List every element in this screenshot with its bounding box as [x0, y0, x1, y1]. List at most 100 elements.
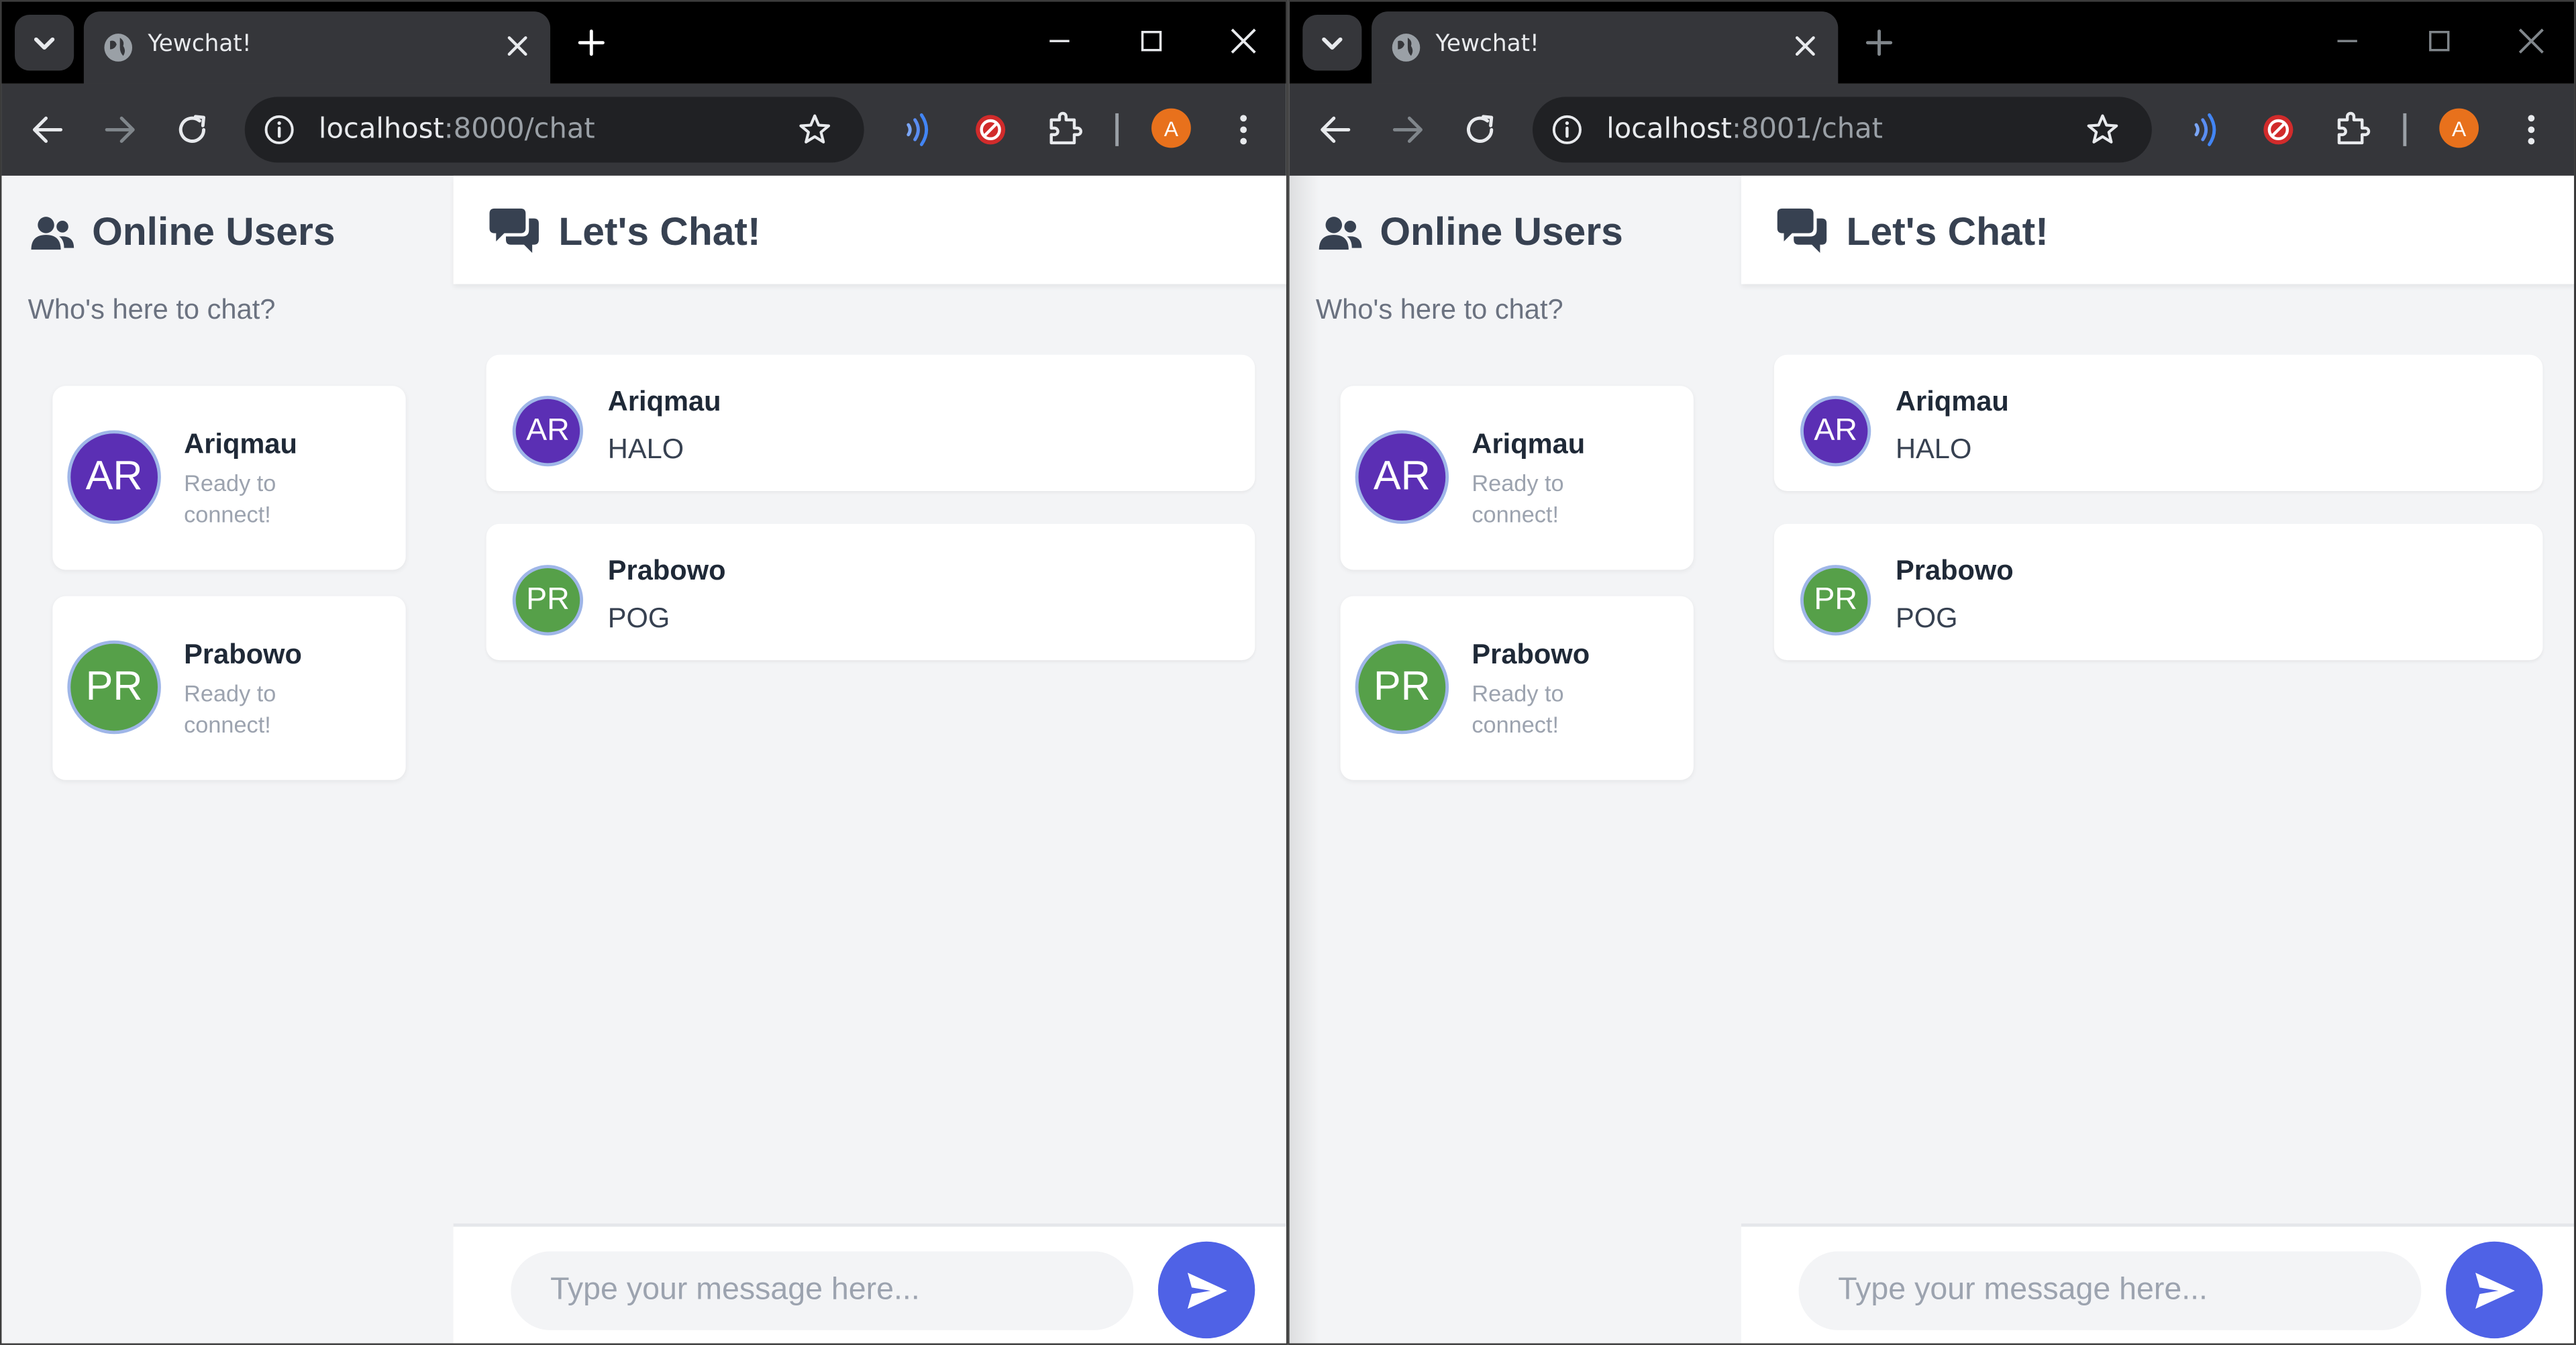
- user-name: Ariqmau: [184, 428, 298, 460]
- close-tab-icon[interactable]: [1792, 33, 1818, 59]
- record-extension-icon[interactable]: [2259, 109, 2298, 148]
- reload-icon[interactable]: [1460, 110, 1500, 150]
- user-status: Ready to connect!: [1472, 680, 1564, 738]
- send-icon: [2474, 1271, 2514, 1308]
- chat-header: Let's Chat!: [453, 175, 1286, 284]
- sidebar-title: Online Users: [92, 210, 336, 255]
- browser-toolbar: localhost:8001/chat A: [1289, 83, 2575, 176]
- users-icon: [31, 217, 74, 250]
- user-card[interactable]: AR Ariqmau Ready to connect!: [1340, 386, 1694, 570]
- new-tab-icon[interactable]: [1861, 25, 1898, 61]
- title-bar: Yewchat!: [1, 1, 1286, 84]
- user-name: Prabowo: [184, 639, 302, 670]
- cast-extension-icon[interactable]: [2185, 110, 2224, 150]
- avatar: PR: [1800, 565, 1871, 636]
- profile-avatar[interactable]: A: [2439, 108, 2479, 148]
- bookmark-star-icon[interactable]: [796, 111, 833, 148]
- chat-app: Online Users Who's here to chat? AR Ariq…: [1289, 175, 2575, 1344]
- message-composer: [1741, 1223, 2575, 1344]
- avatar: AR: [1800, 395, 1871, 467]
- maximize-icon[interactable]: [1132, 21, 1172, 61]
- online-users-sidebar: Online Users Who's here to chat? AR Ariq…: [1, 175, 454, 1344]
- avatar: AR: [512, 395, 584, 467]
- forward-arrow-icon[interactable]: [100, 110, 140, 150]
- url-host: localhost: [1606, 113, 1732, 146]
- site-info-icon[interactable]: [1549, 111, 1585, 148]
- user-status: Ready to connect!: [184, 680, 276, 738]
- minimize-icon[interactable]: [2328, 21, 2367, 61]
- record-extension-icon[interactable]: [971, 109, 1011, 148]
- online-users-sidebar: Online Users Who's here to chat? AR Ariq…: [1289, 175, 1741, 1344]
- reload-icon[interactable]: [172, 110, 212, 150]
- globe-icon: [104, 34, 133, 62]
- avatar: PR: [1355, 640, 1449, 735]
- user-card[interactable]: PR Prabowo Ready to connect!: [52, 596, 406, 780]
- avatar: AR: [67, 430, 161, 524]
- send-button[interactable]: [1157, 1241, 1255, 1339]
- close-window-icon[interactable]: [2512, 21, 2551, 61]
- kebab-menu-icon[interactable]: [1224, 110, 1264, 150]
- cast-extension-icon[interactable]: [897, 110, 937, 150]
- message-text: HALO: [607, 433, 684, 465]
- tab-title: Yewchat!: [1435, 31, 1539, 58]
- url-host: localhost: [318, 113, 444, 146]
- avatar: PR: [512, 565, 584, 636]
- chat-message: AR Ariqmau HALO: [1773, 354, 2543, 491]
- message-input[interactable]: [511, 1251, 1134, 1330]
- browser-tab[interactable]: Yewchat!: [83, 11, 551, 84]
- tab-search-button[interactable]: [15, 15, 74, 71]
- user-card[interactable]: PR Prabowo Ready to connect!: [1340, 596, 1694, 780]
- globe-icon: [1392, 34, 1421, 62]
- chat-panel: Let's Chat! AR Ariqmau HALO PR Prabowo P…: [453, 175, 1286, 1344]
- message-author: Ariqmau: [607, 386, 721, 417]
- url-text: localhost:8000/chat: [319, 113, 595, 146]
- users-icon: [1319, 217, 1362, 250]
- close-window-icon[interactable]: [1224, 21, 1264, 61]
- bookmark-star-icon[interactable]: [2085, 111, 2121, 148]
- chevron-down-icon: [34, 37, 55, 50]
- message-text: POG: [1895, 602, 1958, 634]
- sidebar-title: Online Users: [1380, 210, 1623, 255]
- chat-message: PR Prabowo POG: [1773, 523, 2543, 661]
- chat-message: AR Ariqmau HALO: [486, 354, 1255, 491]
- kebab-menu-icon[interactable]: [2512, 110, 2551, 150]
- address-bar[interactable]: localhost:8001/chat: [1532, 97, 2152, 163]
- toolbar-divider: [2403, 113, 2407, 146]
- site-info-icon[interactable]: [261, 111, 297, 148]
- user-name: Ariqmau: [1472, 428, 1586, 460]
- user-card[interactable]: AR Ariqmau Ready to connect!: [52, 386, 406, 570]
- profile-avatar[interactable]: A: [1151, 108, 1191, 148]
- back-arrow-icon[interactable]: [1316, 110, 1355, 150]
- extensions-puzzle-icon[interactable]: [1045, 109, 1084, 148]
- url-text: localhost:8001/chat: [1606, 113, 1883, 146]
- user-name: Prabowo: [1472, 639, 1590, 670]
- browser-tab[interactable]: Yewchat!: [1372, 11, 1839, 84]
- chat-title: Let's Chat!: [1846, 210, 2049, 255]
- minimize-icon[interactable]: [1040, 21, 1080, 61]
- sidebar-header: Online Users: [30, 209, 336, 258]
- sidebar-subtitle: Who's here to chat?: [1315, 294, 1563, 325]
- maximize-icon[interactable]: [2420, 21, 2459, 61]
- title-bar: Yewchat!: [1289, 1, 2575, 84]
- address-bar[interactable]: localhost:8000/chat: [244, 97, 864, 163]
- message-author: Ariqmau: [1895, 386, 2009, 417]
- user-status: Ready to connect!: [184, 470, 276, 527]
- tab-search-button[interactable]: [1302, 15, 1362, 71]
- back-arrow-icon[interactable]: [28, 110, 68, 150]
- close-tab-icon[interactable]: [505, 33, 531, 59]
- send-button[interactable]: [2446, 1241, 2543, 1339]
- browser-window-port-8001: Yewchat! localhost:8001/chat A Online Us…: [1288, 0, 2576, 1345]
- browser-toolbar: localhost:8000/chat A: [1, 83, 1286, 176]
- chat-title: Let's Chat!: [558, 210, 761, 255]
- forward-arrow-icon[interactable]: [1388, 110, 1428, 150]
- send-icon: [1186, 1271, 1227, 1308]
- toolbar-divider: [1115, 113, 1119, 146]
- message-text: POG: [607, 602, 670, 634]
- message-input[interactable]: [1798, 1251, 2422, 1330]
- user-status: Ready to connect!: [1472, 470, 1564, 527]
- chevron-down-icon: [1322, 37, 1343, 50]
- extensions-puzzle-icon[interactable]: [2332, 109, 2372, 148]
- chat-message: PR Prabowo POG: [486, 523, 1255, 661]
- sidebar-subtitle: Who's here to chat?: [28, 294, 276, 325]
- new-tab-icon[interactable]: [573, 25, 609, 61]
